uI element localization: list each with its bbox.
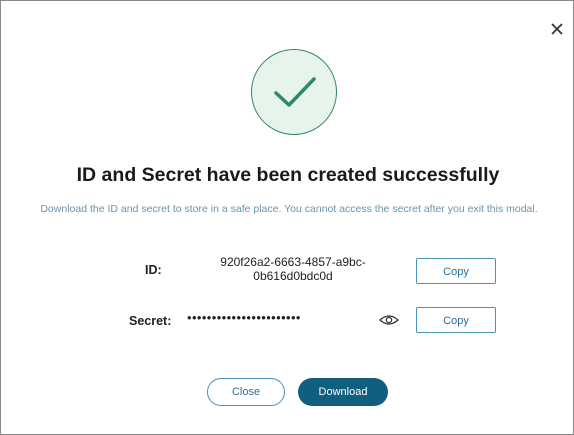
checkmark-icon bbox=[274, 77, 316, 107]
modal-title: ID and Secret have been created successf… bbox=[76, 164, 500, 186]
copy-id-button[interactable]: Copy bbox=[416, 258, 496, 284]
success-badge bbox=[251, 49, 337, 135]
success-modal: ID and Secret have been created successf… bbox=[0, 0, 574, 435]
secret-masked-value: ••••••••••••••••••••••• bbox=[187, 310, 301, 325]
close-button[interactable]: Close bbox=[207, 378, 285, 406]
id-value: 920f26a2-6663-4857-a9bc-0b616d0bdc0d bbox=[220, 255, 366, 283]
copy-secret-button[interactable]: Copy bbox=[416, 307, 496, 333]
download-button[interactable]: Download bbox=[298, 378, 388, 406]
secret-label: Secret: bbox=[129, 314, 172, 328]
close-icon[interactable] bbox=[549, 21, 565, 37]
id-label: ID: bbox=[145, 263, 162, 277]
modal-subtitle: Download the ID and secret to store in a… bbox=[40, 203, 538, 215]
eye-icon[interactable] bbox=[379, 313, 399, 327]
